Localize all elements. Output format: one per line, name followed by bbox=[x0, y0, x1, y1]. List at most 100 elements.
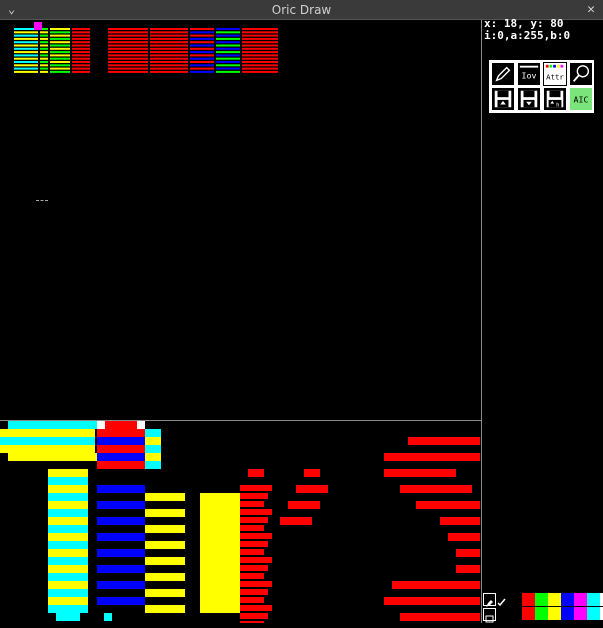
floppy-h-icon: h bbox=[546, 90, 564, 108]
zoom-bar bbox=[240, 533, 272, 539]
preview-dot bbox=[34, 22, 42, 30]
zoom-bar bbox=[200, 493, 240, 501]
attr-tool-label: Attr bbox=[546, 73, 564, 82]
zoom-bar bbox=[137, 421, 145, 429]
palette-swatch-ink-6[interactable] bbox=[587, 593, 600, 606]
preview-stripe bbox=[150, 64, 188, 67]
preview-stripe bbox=[150, 70, 188, 73]
attr-tool[interactable]: Attr bbox=[543, 62, 567, 86]
palette-swatch-ink-0[interactable] bbox=[509, 593, 522, 606]
zoom-bar bbox=[97, 453, 145, 461]
drawing-canvas[interactable] bbox=[0, 20, 482, 623]
zoom-bar bbox=[200, 509, 240, 517]
palette-swatch-paper-5[interactable] bbox=[574, 607, 587, 620]
zoom-bar bbox=[240, 581, 272, 587]
zoom-bar bbox=[240, 541, 268, 547]
palette-swatch-paper-2[interactable] bbox=[535, 607, 548, 620]
preview-stripe bbox=[242, 51, 278, 54]
preview-stripe bbox=[40, 67, 48, 70]
svg-text:h: h bbox=[556, 102, 559, 108]
preview-stripe bbox=[50, 67, 70, 70]
preview-stripe bbox=[72, 70, 90, 73]
text-tool-icon: Iov bbox=[519, 65, 539, 81]
preview-stripe bbox=[72, 54, 90, 57]
preview-stripe bbox=[190, 64, 214, 67]
preview-stripe bbox=[216, 51, 240, 54]
attr-tool-icon: Attr bbox=[545, 64, 564, 82]
preview-stripe bbox=[150, 57, 188, 60]
palette-swatch-paper-1[interactable] bbox=[522, 607, 535, 620]
zoom-bar bbox=[240, 573, 264, 579]
palette-swatch-ink-3[interactable] bbox=[548, 593, 561, 606]
palette-swatch-ink-2[interactable] bbox=[535, 593, 548, 606]
zoom-bar bbox=[240, 501, 264, 507]
preview-stripe bbox=[72, 67, 90, 70]
preview-stripe bbox=[14, 31, 38, 34]
aic-label: AIC bbox=[574, 95, 589, 105]
preview-stripe bbox=[50, 61, 70, 63]
zoom-bar bbox=[145, 461, 161, 469]
zoom-bar bbox=[240, 605, 272, 611]
pencil-tool[interactable] bbox=[491, 62, 515, 86]
preview-stripe bbox=[50, 34, 70, 37]
preview-stripe bbox=[72, 61, 90, 63]
zoomed-view[interactable] bbox=[0, 421, 481, 623]
save-hex-tool[interactable]: h bbox=[543, 87, 567, 111]
preview-stripe bbox=[72, 37, 90, 40]
save-tool[interactable] bbox=[517, 87, 541, 111]
zoom-bar bbox=[48, 557, 88, 565]
zoom-bar bbox=[240, 525, 264, 531]
zoom-bar bbox=[8, 453, 98, 461]
preview-stripe bbox=[242, 47, 278, 50]
preview-stripe bbox=[108, 54, 148, 57]
zoom-bar bbox=[200, 565, 240, 573]
preview-stripe bbox=[242, 34, 278, 37]
preview-stripe bbox=[150, 28, 188, 30]
paper-mode-icon[interactable] bbox=[483, 608, 496, 623]
zoom-bar bbox=[200, 541, 240, 549]
window-title: Oric Draw bbox=[271, 3, 332, 17]
zoom-bar bbox=[200, 549, 240, 557]
load-tool[interactable] bbox=[491, 87, 515, 111]
palette-swatch-paper-0[interactable] bbox=[509, 607, 522, 620]
palette-swatch-paper-6[interactable] bbox=[587, 607, 600, 620]
zoom-bar bbox=[145, 429, 161, 437]
aic-toggle[interactable]: AIC bbox=[569, 87, 593, 111]
preview-stripe bbox=[108, 61, 148, 63]
zoom-bar bbox=[97, 445, 145, 453]
preview-stripe bbox=[216, 44, 240, 47]
close-icon[interactable]: ✕ bbox=[587, 2, 595, 17]
palette-swatch-ink-5[interactable] bbox=[574, 593, 587, 606]
zoom-bar bbox=[240, 517, 268, 523]
zoom-bar bbox=[97, 429, 145, 437]
zoom-bar bbox=[48, 525, 88, 533]
palette-swatch-ink-4[interactable] bbox=[561, 593, 574, 606]
palette-swatch-paper-3[interactable] bbox=[548, 607, 561, 620]
preview-stripe bbox=[40, 57, 48, 60]
palette-swatch-paper-4[interactable] bbox=[561, 607, 574, 620]
ink-mode-icon[interactable] bbox=[483, 593, 496, 607]
zoom-bar bbox=[240, 613, 268, 619]
preview-stripe bbox=[216, 54, 240, 57]
preview-stripe bbox=[40, 64, 48, 67]
zoom-bar bbox=[145, 509, 185, 517]
zoom-bar bbox=[456, 549, 480, 557]
zoom-bar bbox=[456, 565, 480, 573]
preview-stripe bbox=[40, 61, 48, 63]
zoom-bar bbox=[448, 533, 480, 541]
preview-stripe bbox=[108, 28, 148, 30]
zoom-bar bbox=[200, 533, 240, 541]
zoom-bar bbox=[408, 437, 480, 445]
zoom-bar bbox=[48, 477, 88, 485]
preview-stripe bbox=[108, 67, 148, 70]
coords-attrs: i:0,a:255,b:0 bbox=[484, 29, 571, 42]
palette-swatch-ink-1[interactable] bbox=[522, 593, 535, 606]
zoom-tool[interactable] bbox=[569, 62, 593, 86]
preview-stripe bbox=[150, 41, 188, 44]
zoom-bar bbox=[145, 605, 185, 613]
preview-stripe bbox=[50, 31, 70, 34]
zoom-bar bbox=[145, 437, 161, 445]
zoom-bar bbox=[384, 469, 456, 477]
text-tool[interactable]: Iov bbox=[517, 62, 541, 86]
preview-stripe bbox=[242, 44, 278, 47]
